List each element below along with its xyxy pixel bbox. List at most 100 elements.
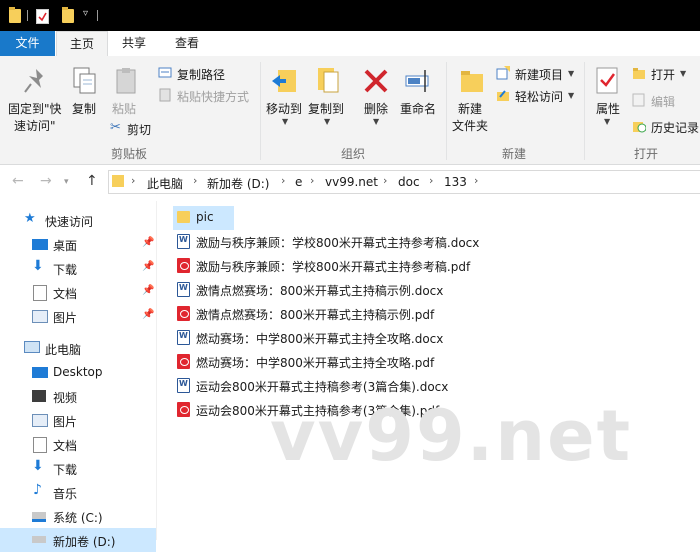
breadcrumb-separator[interactable]: › (474, 174, 478, 187)
nav-quick-access[interactable]: ★ 快速访问 (0, 208, 156, 232)
file-name: 激励与秩序兼顾：学校800米开幕式主持参考稿.pdf (196, 260, 471, 274)
properties-check-icon[interactable] (36, 9, 49, 24)
list-item-docx[interactable]: 激励与秩序兼顾：学校800米开幕式主持参考稿.docx (173, 230, 700, 254)
breadcrumb-separator[interactable]: › (310, 174, 314, 187)
nav-item-documents[interactable]: 文档 📌 (0, 280, 156, 304)
nav-item-drive-c[interactable]: 系统 (C:) (0, 504, 156, 528)
forward-arrow-icon[interactable]: → (40, 173, 52, 189)
copy-path-button[interactable]: 复制路径 (158, 65, 258, 83)
new-item-icon (496, 66, 510, 80)
breadcrumb-separator[interactable]: › (131, 174, 135, 187)
breadcrumb-vv99[interactable]: vv99.net (325, 175, 378, 189)
pin-icon[interactable]: 📌 (142, 261, 154, 272)
nav-item-pictures[interactable]: 图片 📌 (0, 304, 156, 328)
breadcrumb-drive-d[interactable]: 新加卷 (D:) (207, 175, 269, 192)
desktop-icon (32, 367, 48, 378)
nav-label: 桌面 (53, 239, 78, 253)
back-arrow-icon[interactable]: ← (12, 173, 24, 189)
breadcrumb-this-pc[interactable]: 此电脑 (147, 175, 183, 192)
tab-share[interactable]: 共享 (113, 31, 155, 56)
pin-icon[interactable]: 📌 (142, 237, 154, 248)
address-bar[interactable]: › 此电脑 › 新加卷 (D:) › e › vv99.net › doc › … (108, 170, 700, 194)
pin-icon[interactable]: 📌 (142, 285, 154, 296)
word-document-icon (177, 282, 190, 297)
title-separator (97, 10, 98, 21)
new-folder-button[interactable]: 新建 文件夹 (452, 62, 492, 138)
list-item-pdf[interactable]: 激励与秩序兼顾：学校800米开幕式主持参考稿.pdf (173, 254, 700, 278)
nav-item-pictures-pc[interactable]: 图片 (0, 408, 156, 432)
nav-this-pc[interactable]: 此电脑 (0, 336, 156, 360)
paste-button[interactable]: 粘贴 (108, 62, 144, 122)
history-button[interactable]: 历史记录 (632, 118, 700, 136)
move-to-button[interactable]: 移动到 ▼ (264, 62, 306, 132)
pdf-document-icon (177, 306, 190, 321)
easy-access-dropdown-icon: ▼ (568, 91, 575, 100)
history-label: 历史记录 (651, 121, 700, 135)
nav-item-desktop-pc[interactable]: Desktop (0, 360, 156, 384)
navigation-pane: ★ 快速访问 桌面 📌 ⬇ 下载 📌 文档 📌 图片 📌 此电脑 Desktop… (0, 201, 156, 552)
nav-item-downloads[interactable]: ⬇ 下载 📌 (0, 256, 156, 280)
properties-button[interactable]: 属性 ▼ (590, 62, 626, 132)
tab-file[interactable]: 文件 (0, 31, 55, 56)
nav-label: 图片 (53, 311, 78, 325)
download-arrow-icon: ⬇ (32, 258, 44, 274)
copy-path-label: 复制路径 (177, 68, 226, 82)
paste-icon (116, 68, 136, 94)
pin-label-line1: 固定到"快 (8, 102, 62, 116)
paste-shortcut-label: 粘贴快捷方式 (177, 90, 250, 104)
new-item-button[interactable]: 新建项目 ▼ (496, 65, 580, 83)
copy-button[interactable]: 复制 (68, 62, 102, 122)
nav-item-documents-pc[interactable]: 文档 (0, 432, 156, 456)
delete-button[interactable]: 删除 ▼ (358, 62, 394, 132)
list-item-docx[interactable]: 激情点燃赛场：800米开幕式主持稿示例.docx (173, 278, 700, 302)
list-item-pdf[interactable]: 激情点燃赛场：800米开幕式主持稿示例.pdf (173, 302, 700, 326)
nav-item-music[interactable]: ♪ 音乐 (0, 480, 156, 504)
pin-icon[interactable]: 📌 (142, 309, 154, 320)
file-name: 运动会800米开幕式主持稿参考(3篇合集).docx (196, 380, 449, 394)
music-note-icon: ♪ (33, 482, 42, 498)
file-name: 激情点燃赛场：800米开幕式主持稿示例.docx (196, 284, 444, 298)
easy-access-button[interactable]: 轻松访问 ▼ (496, 87, 580, 105)
breadcrumb-doc[interactable]: doc (398, 175, 420, 189)
breadcrumb-133[interactable]: 133 (444, 175, 467, 189)
recent-dropdown-icon[interactable]: ▾ (64, 177, 69, 187)
breadcrumb-separator[interactable]: › (281, 174, 285, 187)
tab-home[interactable]: 主页 (56, 31, 108, 57)
nav-item-drive-d[interactable]: 新加卷 (D:) (0, 528, 156, 552)
folder-icon (112, 175, 124, 187)
edit-button[interactable]: 编辑 (632, 92, 700, 110)
pin-label-line2: 速访问" (14, 119, 56, 133)
copy-label: 复制 (72, 102, 97, 116)
breadcrumb-separator[interactable]: › (429, 174, 433, 187)
word-document-icon (177, 234, 190, 249)
customize-dropdown-icon[interactable]: ▿ (83, 8, 88, 19)
up-arrow-icon[interactable]: ↑ (86, 173, 98, 189)
list-item-docx[interactable]: 燃动赛场：中学800米开幕式主持全攻略.docx (173, 326, 700, 350)
pdf-document-icon (177, 354, 190, 369)
download-arrow-icon: ⬇ (32, 458, 44, 474)
title-bar: ▿ (0, 0, 700, 31)
tab-view[interactable]: 查看 (166, 31, 208, 56)
list-item-pdf[interactable]: 燃动赛场：中学800米开幕式主持全攻略.pdf (173, 350, 700, 374)
new-folder-icon[interactable] (62, 7, 74, 23)
nav-item-desktop[interactable]: 桌面 📌 (0, 232, 156, 256)
copy-to-button[interactable]: 复制到 ▼ (306, 62, 348, 132)
new-item-dropdown-icon: ▼ (568, 69, 575, 78)
rename-button[interactable]: 重命名 (398, 62, 440, 122)
open-button[interactable]: 打开 ▼ (632, 65, 700, 83)
nav-label: 音乐 (53, 487, 78, 501)
paste-shortcut-button[interactable]: 粘贴快捷方式 (158, 87, 258, 105)
group-separator (584, 62, 585, 160)
nav-item-downloads-pc[interactable]: ⬇ 下载 (0, 456, 156, 480)
breadcrumb-separator[interactable]: › (193, 174, 197, 187)
document-icon (33, 285, 47, 301)
edit-icon (632, 93, 645, 107)
breadcrumb-e[interactable]: e (295, 175, 302, 189)
list-item-folder[interactable]: pic (173, 206, 234, 230)
nav-item-videos[interactable]: 视频 (0, 384, 156, 408)
pin-quick-access-button[interactable]: 固定到"快 速访问" (8, 62, 63, 138)
breadcrumb-separator[interactable]: › (383, 174, 387, 187)
cut-button[interactable]: ✂ 剪切 (110, 120, 160, 138)
nav-label: 文档 (53, 287, 78, 301)
rename-icon (405, 70, 429, 92)
